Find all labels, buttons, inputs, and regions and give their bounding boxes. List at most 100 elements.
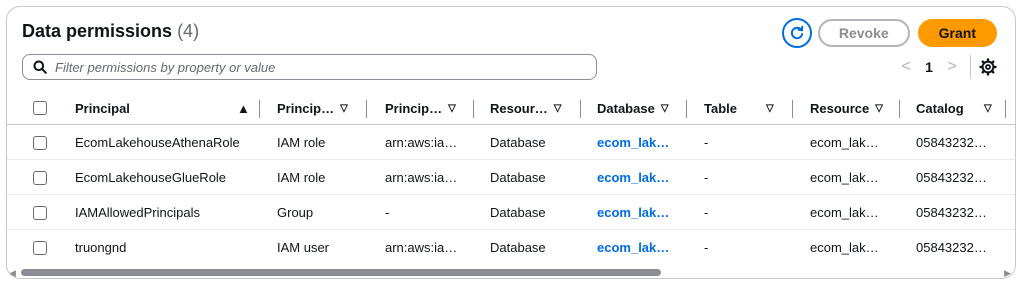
grant-button[interactable]: Grant (917, 19, 997, 47)
sort-descending-icon: ▽ (660, 102, 669, 114)
row-select-cell (33, 160, 47, 195)
table-cell: - (704, 170, 709, 185)
column-header-principal-type[interactable]: Princip… ▽ (277, 91, 367, 125)
column-divider[interactable] (1005, 100, 1006, 118)
row-select-cell (33, 230, 47, 265)
scroll-left-arrow-icon[interactable]: ◀ (9, 268, 16, 278)
column-divider[interactable] (473, 100, 474, 118)
principal-cell: truongnd (75, 240, 127, 255)
sort-ascending-icon: ▲ (237, 100, 250, 116)
column-divider[interactable] (580, 100, 581, 118)
resource-cell: ecom_lak… (810, 240, 879, 255)
header-actions: Revoke Grant (781, 18, 997, 48)
panel-header: Data permissions (4) (22, 21, 199, 42)
previous-page-button[interactable]: < (894, 58, 918, 76)
row-checkbox[interactable] (33, 240, 47, 255)
column-header-label: Principal (75, 100, 130, 116)
sort-descending-icon: ▽ (553, 102, 562, 114)
column-header-principal-arn[interactable]: Princip… ▽ (385, 91, 477, 125)
table-row[interactable]: EcomLakehouseGlueRole IAM role arn:aws:i… (7, 160, 1015, 195)
table-cell: - (704, 135, 709, 150)
pagination: < 1 > (894, 55, 997, 79)
column-divider[interactable] (366, 100, 367, 118)
sort-descending-icon: ▽ (340, 102, 348, 114)
column-header-label: Database (597, 100, 655, 116)
pager-divider (970, 55, 971, 79)
column-header-label: Table (704, 100, 737, 116)
revoke-button[interactable]: Revoke (817, 19, 910, 47)
horizontal-scrollbar[interactable]: ◀ ▶ (7, 265, 1015, 278)
search-icon (33, 60, 47, 74)
scroll-right-arrow-icon[interactable]: ▶ (1004, 268, 1011, 278)
permission-count: (4) (177, 21, 200, 41)
refresh-button[interactable] (781, 18, 812, 48)
resource-type-cell: Database (490, 240, 546, 255)
column-header-label: Princip… (277, 100, 335, 116)
refresh-icon (790, 25, 804, 40)
settings-icon[interactable] (979, 58, 997, 76)
principal-cell: EcomLakehouseAthenaRole (75, 135, 240, 150)
filter-input[interactable]: Filter permissions by property or value (22, 54, 597, 80)
table-row[interactable]: IAMAllowedPrincipals Group - Database ec… (7, 195, 1015, 230)
principal-cell: IAMAllowedPrincipals (75, 205, 200, 220)
table-cell: - (704, 240, 709, 255)
catalog-cell: 05843232… (916, 205, 987, 220)
resource-cell: ecom_lak… (810, 170, 879, 185)
principal-arn-cell: arn:aws:ia… (385, 135, 458, 150)
resource-cell: ecom_lak… (810, 135, 879, 150)
principal-arn-cell: - (385, 205, 390, 220)
principal-type-cell: IAM role (277, 135, 326, 150)
catalog-cell: 05843232… (916, 170, 987, 185)
column-header-database[interactable]: Database ▽ (597, 91, 692, 125)
data-permissions-panel: Data permissions (4) Revoke Grant Filter… (6, 6, 1016, 279)
row-checkbox[interactable] (33, 170, 47, 185)
column-header-principal[interactable]: Principal ▲ (75, 91, 250, 125)
sort-descending-icon: ▽ (984, 102, 992, 114)
resource-type-cell: Database (490, 135, 546, 150)
resource-type-cell: Database (490, 170, 546, 185)
resource-type-cell: Database (490, 205, 546, 220)
table-row[interactable]: truongnd IAM user arn:aws:ia… Database e… (7, 230, 1015, 265)
database-link[interactable]: ecom_lak… (597, 125, 669, 160)
column-header-label: Catalog (916, 100, 964, 116)
column-header-resource-type[interactable]: Resour… ▽ (490, 91, 580, 125)
principal-arn-cell: arn:aws:ia… (385, 240, 458, 255)
filter-placeholder: Filter permissions by property or value (55, 59, 276, 75)
panel-title: Data permissions (22, 21, 173, 41)
principal-arn-cell: arn:aws:ia… (385, 170, 458, 185)
column-header-catalog[interactable]: Catalog ▽ (916, 91, 1006, 125)
row-checkbox[interactable] (33, 135, 47, 150)
column-header-label: Resour… (490, 100, 548, 116)
column-divider[interactable] (686, 100, 687, 118)
row-select-cell (33, 125, 47, 160)
column-divider[interactable] (259, 100, 260, 118)
table-header: Principal ▲ Princip… ▽ Princip… ▽ Resour… (7, 91, 1015, 125)
current-page-number[interactable]: 1 (918, 59, 940, 75)
select-all-cell (33, 91, 47, 125)
column-header-table[interactable]: Table ▽ (704, 91, 784, 125)
scrollbar-thumb[interactable] (21, 269, 661, 276)
column-header-resource[interactable]: Resource ▽ (810, 91, 900, 125)
principal-type-cell: IAM role (277, 170, 326, 185)
column-divider[interactable] (899, 100, 900, 118)
row-checkbox[interactable] (33, 205, 47, 220)
principal-type-cell: Group (277, 205, 314, 220)
database-link[interactable]: ecom_lak… (597, 160, 669, 195)
principal-cell: EcomLakehouseGlueRole (75, 170, 227, 185)
database-link[interactable]: ecom_lak… (597, 195, 669, 230)
column-divider[interactable] (792, 100, 793, 118)
table-row[interactable]: EcomLakehouseAthenaRole IAM role arn:aws… (7, 125, 1015, 160)
sort-descending-icon: ▽ (766, 102, 774, 114)
next-page-button[interactable]: > (940, 58, 964, 76)
catalog-cell: 05843232… (916, 240, 987, 255)
sort-descending-icon: ▽ (448, 102, 456, 114)
column-header-label: Princip… (385, 100, 443, 116)
select-all-checkbox[interactable] (33, 101, 47, 115)
table-cell: - (704, 205, 709, 220)
catalog-cell: 05843232… (916, 135, 987, 150)
principal-type-cell: IAM user (277, 240, 330, 255)
database-link[interactable]: ecom_lak… (597, 230, 669, 265)
column-header-label: Resource (810, 100, 870, 116)
resource-cell: ecom_lak… (810, 205, 879, 220)
row-select-cell (33, 195, 47, 230)
